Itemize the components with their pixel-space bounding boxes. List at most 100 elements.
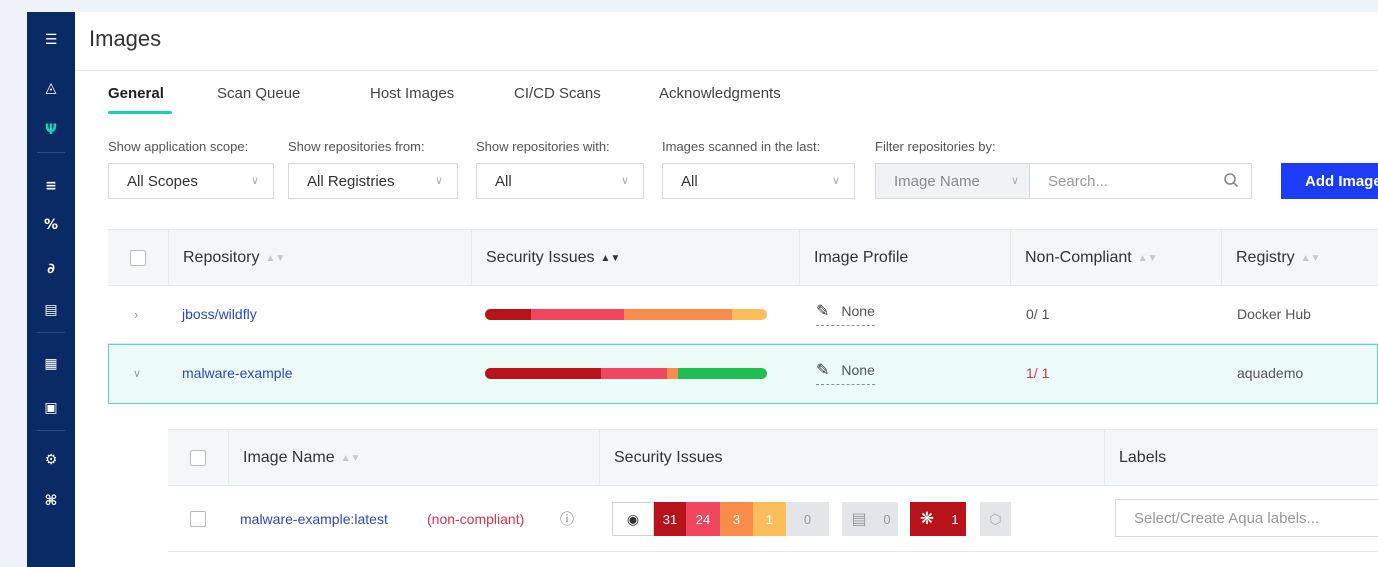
select-all-checkbox-cell (168, 430, 228, 486)
repository-link[interactable]: malware-example (182, 345, 292, 401)
severity-segment (600, 368, 667, 379)
row-checkbox[interactable] (190, 511, 206, 527)
sidebar: ☰ ◬ Ψ ≡ % ∂ ▤ ▦ ▣ ⚙ ⌘ (27, 12, 75, 567)
labels-placeholder: Select/Create Aqua labels... (1134, 509, 1320, 527)
active-tab-indicator (108, 111, 172, 114)
col-image-profile: Image Profile (799, 230, 1010, 286)
severity-segment (678, 368, 767, 379)
col-registry[interactable]: Registry ▲▼ (1221, 230, 1378, 286)
tab-general[interactable]: General (108, 85, 164, 102)
table-row-selected[interactable]: ∨ malware-example ✎ None 1/ 1 aquademo (108, 344, 1378, 404)
image-profile[interactable]: ✎ None (816, 301, 875, 326)
col-repository[interactable]: Repository ▲▼ (168, 230, 471, 286)
pencil-icon: ✎ (816, 362, 830, 379)
sidebar-divider (37, 152, 65, 153)
non-compliant-status: (non-compliant) (427, 511, 525, 527)
search-icon[interactable] (1223, 172, 1239, 188)
severity-segment (732, 309, 767, 320)
image-profile-value: None (841, 303, 875, 319)
chevron-down-icon: ∨ (250, 175, 259, 187)
tab-cicd-scans[interactable]: CI/CD Scans (514, 85, 601, 102)
repositories-table-header: Repository ▲▼ Security Issues ▲▼ Image Pro… (108, 229, 1378, 286)
col-image-name[interactable]: Image Name ▲▼ (228, 430, 599, 486)
select-all-checkbox[interactable] (190, 450, 206, 466)
labels-select[interactable]: Select/Create Aqua labels... (1115, 499, 1378, 537)
add-images-button[interactable]: Add Images (1281, 163, 1378, 199)
security-issues-bar (485, 309, 767, 320)
aqua-logo-icon[interactable]: Ψ (27, 118, 75, 142)
cve-icon: ◉ (612, 502, 654, 536)
registry-name: aquademo (1237, 365, 1304, 381)
expand-chevron-right-icon[interactable]: › (134, 286, 138, 342)
table-row[interactable]: › jboss/wildfly ✎ None 0/ 1 Docker Hub (108, 286, 1378, 344)
server-icon[interactable]: ▤ (27, 298, 75, 322)
row-checkbox-cell (190, 486, 206, 552)
high-count[interactable]: 24 (686, 502, 720, 536)
search-placeholder: Search... (1048, 172, 1109, 190)
medium-count[interactable]: 3 (720, 502, 753, 536)
critical-count[interactable]: 31 (654, 502, 686, 536)
registry-name: Docker Hub (1237, 306, 1311, 322)
scanned-select[interactable]: All ∨ (662, 163, 855, 199)
col-security-issues[interactable]: Security Issues ▲▼ (471, 230, 799, 286)
repos-with-select[interactable]: All ∨ (476, 163, 644, 199)
network-icon[interactable]: ⌘ (27, 489, 75, 513)
image-profile[interactable]: ✎ None (816, 360, 875, 385)
col-security-issues-label: Security Issues (486, 249, 595, 266)
severity-segment (485, 309, 532, 320)
document-icon[interactable]: ▦ (27, 352, 75, 376)
settings-icon[interactable]: ⚙ (27, 448, 75, 472)
info-icon[interactable]: ⓘ (560, 486, 574, 552)
col-non-compliant-label: Non-Compliant (1025, 249, 1132, 266)
col-repository-label: Repository (183, 249, 260, 266)
severity-segment (485, 368, 601, 379)
tab-acknowledgments[interactable]: Acknowledgments (659, 85, 781, 102)
image-row[interactable]: malware-example:latest (non-compliant) ⓘ… (168, 486, 1378, 552)
layers-icon[interactable]: ≡ (27, 174, 75, 198)
image-name-link[interactable]: malware-example:latest (240, 486, 388, 552)
registries-select[interactable]: All Registries ∨ (288, 163, 458, 199)
severity-segment (666, 368, 679, 379)
page-title: Images (89, 26, 162, 51)
filter-by-select[interactable]: Image Name ∨ (875, 163, 1030, 199)
repos-with-select-value: All (495, 172, 512, 190)
select-all-checkbox[interactable] (130, 250, 146, 266)
repository-link[interactable]: jboss/wildfly (182, 286, 257, 342)
images-subtable-header: Image Name ▲▼ Security Issues Labels (168, 429, 1378, 486)
main-panel: Images General Scan Queue Host Images CI… (75, 12, 1378, 567)
menu-icon[interactable]: ☰ (27, 28, 75, 52)
percent-icon[interactable]: % (27, 213, 75, 237)
col-non-compliant[interactable]: Non-Compliant ▲▼ (1010, 230, 1221, 286)
search-input[interactable]: Search... (1030, 163, 1252, 199)
chevron-down-icon: ∨ (620, 175, 629, 187)
registries-select-value: All Registries (307, 172, 395, 190)
database-icon: ▤ (842, 502, 876, 536)
functions-icon[interactable]: ∂ (27, 257, 75, 281)
col-labels: Labels (1104, 430, 1378, 486)
tab-scan-queue[interactable]: Scan Queue (217, 85, 300, 102)
sensitive-data-count[interactable]: 0 (876, 502, 898, 536)
repos-with-label: Show repositories with: (476, 139, 610, 154)
scope-label: Show application scope: (108, 139, 249, 154)
image-icon[interactable]: ▣ (27, 396, 75, 420)
non-compliant-count: 0/ 1 (1026, 306, 1050, 322)
low-count[interactable]: 1 (753, 502, 786, 536)
col-security-issues: Security Issues (599, 430, 1104, 486)
malware-count[interactable]: 1 (944, 502, 966, 536)
tab-host-images[interactable]: Host Images (370, 85, 454, 102)
security-issues-bar (485, 368, 767, 379)
scanned-select-value: All (681, 172, 698, 190)
scope-select[interactable]: All Scopes ∨ (108, 163, 274, 199)
dashboard-icon[interactable]: ◬ (27, 76, 75, 100)
negligible-count[interactable]: 0 (786, 502, 829, 536)
sort-icon: ▲▼ (600, 252, 621, 264)
severity-segment (531, 309, 625, 320)
pencil-icon: ✎ (816, 303, 830, 320)
sidebar-divider (37, 332, 65, 333)
col-labels-label: Labels (1119, 449, 1167, 466)
col-image-name-label: Image Name (243, 449, 335, 466)
sort-icon: ▲▼ (1300, 252, 1321, 264)
sort-icon: ▲▼ (265, 252, 286, 264)
chevron-down-icon: ∨ (831, 175, 840, 187)
expand-chevron-down-icon[interactable]: ∨ (133, 345, 141, 401)
